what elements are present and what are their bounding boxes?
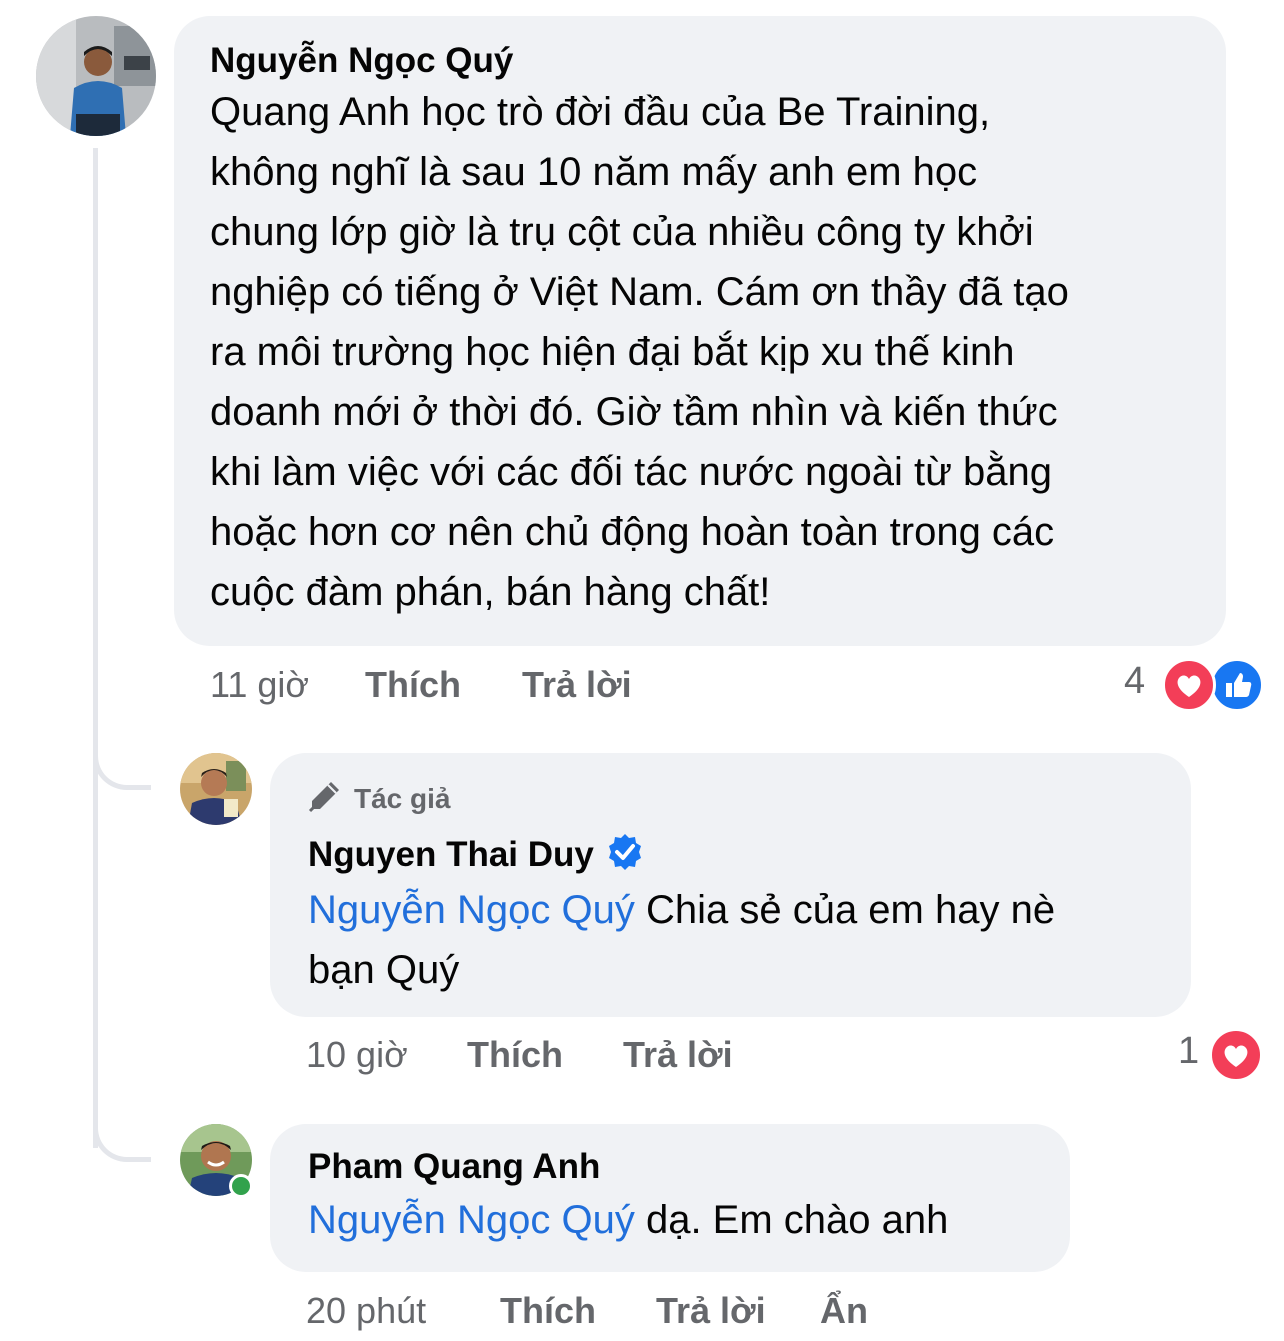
like-button[interactable]: Thích	[365, 664, 461, 706]
comment-text: Quang Anh học trò đời đầu của Be Trainin…	[210, 82, 1190, 622]
avatar[interactable]	[36, 16, 156, 136]
comment-line: doanh mới ở thời đó. Giờ tầm nhìn và kiế…	[210, 390, 1058, 434]
comment-author[interactable]: Nguyen Thai Duy	[308, 834, 594, 876]
comment-text-part: dạ. Em chào anh	[634, 1198, 949, 1242]
comment-timestamp[interactable]: 10 giờ	[306, 1034, 408, 1076]
thread-connector-reply-1	[93, 720, 151, 790]
comment-line: không nghĩ là sau 10 năm mấy anh em học	[210, 150, 978, 194]
like-button[interactable]: Thích	[500, 1290, 596, 1332]
reply-bubble: Tác giả Nguyen Thai Duy Nguyễn Ngọc Quý …	[270, 753, 1191, 1017]
reaction-count[interactable]: 4	[1124, 660, 1145, 703]
comment-line: Quang Anh học trò đời đầu của Be Trainin…	[210, 90, 991, 134]
comment-text: Nguyễn Ngọc Quý Chia sẻ của em hay nè bạ…	[308, 880, 1153, 1000]
comment-author[interactable]: Nguyễn Ngọc Quý	[210, 40, 1190, 82]
comment-line: cuộc đàm phán, bán hàng chất!	[210, 570, 771, 614]
author-badge-label: Tác giả	[354, 783, 451, 814]
like-icon[interactable]	[1210, 658, 1264, 712]
hide-button[interactable]: Ẩn	[820, 1290, 868, 1332]
comment-line: hoặc hơn cơ nên chủ động hoàn toàn trong…	[210, 510, 1055, 554]
comment-line: chung lớp giờ là trụ cột của nhiều công …	[210, 210, 1034, 254]
avatar[interactable]	[180, 753, 252, 825]
comment-author[interactable]: Pham Quang Anh	[308, 1146, 1032, 1188]
comment-line: nghiệp có tiếng ở Việt Nam. Cám ơn thầy …	[210, 270, 1069, 314]
reply-button[interactable]: Trả lời	[623, 1034, 733, 1076]
reaction-count[interactable]: 1	[1178, 1030, 1199, 1073]
comment-timestamp[interactable]: 11 giờ	[210, 664, 309, 706]
love-icon[interactable]	[1209, 1028, 1263, 1082]
comment-text-part: Chia sẻ của em hay nè	[634, 888, 1056, 932]
comment-text: Nguyễn Ngọc Quý dạ. Em chào anh	[308, 1190, 1032, 1250]
comment-line: bạn Quý	[308, 948, 460, 992]
verified-badge-icon	[606, 833, 644, 876]
comment-bubble: Nguyễn Ngọc Quý Quang Anh học trò đời đầ…	[174, 16, 1226, 646]
reply-button[interactable]: Trả lời	[522, 664, 632, 706]
online-status-dot	[229, 1174, 253, 1198]
author-badge: Tác giả	[308, 777, 1153, 821]
thread-line-vertical	[93, 148, 98, 1148]
mention-link[interactable]: Nguyễn Ngọc Quý	[308, 888, 635, 932]
love-icon[interactable]	[1162, 658, 1216, 712]
thread-connector-reply-2	[93, 1090, 151, 1162]
comment-line: khi làm việc với các đối tác nước ngoài …	[210, 450, 1052, 494]
reply-button[interactable]: Trả lời	[656, 1290, 766, 1332]
comment-timestamp[interactable]: 20 phút	[306, 1290, 426, 1332]
pen-icon	[308, 779, 342, 820]
like-button[interactable]: Thích	[467, 1034, 563, 1076]
reply-bubble: Pham Quang Anh Nguyễn Ngọc Quý dạ. Em ch…	[270, 1124, 1070, 1272]
mention-link[interactable]: Nguyễn Ngọc Quý	[308, 1198, 635, 1242]
comment-line: ra môi trường học hiện đại bắt kịp xu th…	[210, 330, 1015, 374]
